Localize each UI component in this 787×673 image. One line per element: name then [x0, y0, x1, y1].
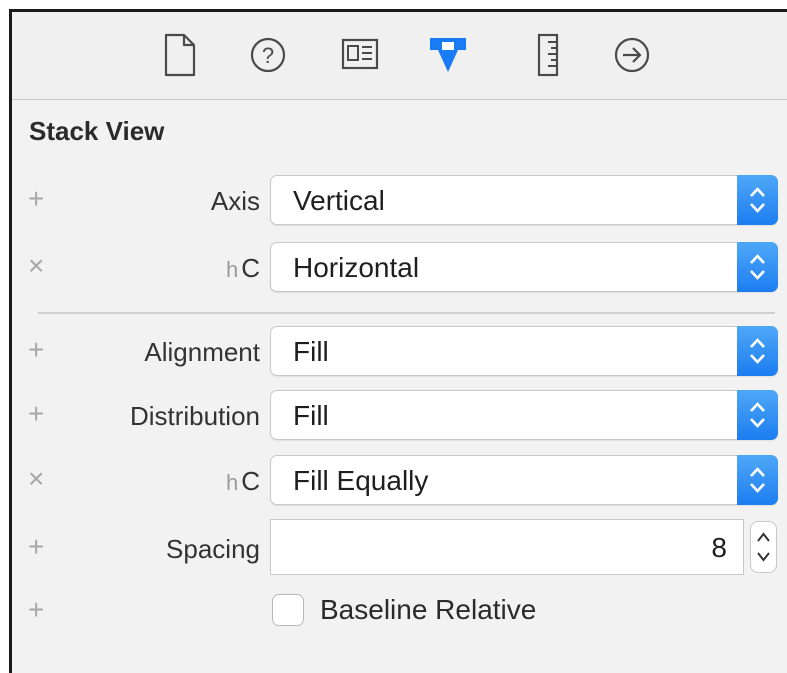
spacing-input[interactable]: 8	[270, 519, 744, 575]
connections-icon[interactable]	[612, 32, 652, 78]
axis-size-class-value: Horizontal	[293, 252, 420, 283]
alignment-row: + Alignment Fill	[12, 326, 787, 378]
file-icon[interactable]	[160, 32, 200, 78]
chevron-up-down-icon	[737, 455, 778, 505]
help-icon[interactable]: ?	[248, 32, 288, 78]
axis-value: Vertical	[293, 185, 385, 216]
distribution-size-class-row: × hC Fill Equally	[12, 455, 787, 507]
size-ruler-icon[interactable]	[528, 32, 568, 78]
remove-variation-button[interactable]: ×	[28, 461, 58, 497]
inspector-toolbar: ?	[12, 12, 787, 100]
alignment-label: Alignment	[144, 337, 260, 367]
svg-text:?: ?	[262, 43, 274, 68]
stepper-arrows-icon	[757, 532, 770, 562]
spacing-value: 8	[711, 532, 727, 563]
add-variation-button[interactable]: +	[28, 181, 58, 217]
alignment-value: Fill	[293, 336, 329, 367]
baseline-relative-checkbox[interactable]	[272, 594, 304, 626]
chevron-up-down-icon	[737, 390, 778, 440]
attributes-inspector-panel: ? Stack View + Axis Vertical × hC Horizo…	[9, 9, 787, 673]
add-variation-button[interactable]: +	[28, 396, 58, 432]
add-variation-button[interactable]: +	[28, 592, 58, 628]
baseline-relative-label[interactable]: Baseline Relative	[320, 592, 536, 628]
chevron-up-down-icon	[737, 175, 778, 225]
spacing-stepper[interactable]	[750, 521, 777, 573]
distribution-size-class-value: Fill Equally	[293, 465, 429, 496]
axis-size-class-row: × hC Horizontal	[12, 242, 787, 294]
add-variation-button[interactable]: +	[28, 332, 58, 368]
remove-variation-button[interactable]: ×	[28, 248, 58, 284]
axis-row: + Axis Vertical	[12, 175, 787, 227]
distribution-value: Fill	[293, 400, 329, 431]
axis-size-class-popup[interactable]: Horizontal	[270, 242, 778, 292]
size-class-label: hC	[225, 466, 260, 496]
section-title: Stack View	[29, 116, 165, 146]
attributes-icon[interactable]	[428, 32, 468, 78]
chevron-up-down-icon	[737, 242, 778, 292]
axis-label: Axis	[210, 186, 260, 216]
identity-icon[interactable]	[340, 32, 380, 78]
baseline-relative-row: + Baseline Relative	[12, 592, 787, 632]
axis-popup[interactable]: Vertical	[270, 175, 778, 225]
add-variation-button[interactable]: +	[28, 529, 58, 565]
distribution-size-class-popup[interactable]: Fill Equally	[270, 455, 778, 505]
alignment-popup[interactable]: Fill	[270, 326, 778, 376]
distribution-row: + Distribution Fill	[12, 390, 787, 442]
divider	[38, 312, 775, 314]
distribution-popup[interactable]: Fill	[270, 390, 778, 440]
spacing-label: Spacing	[166, 534, 260, 564]
spacing-row: + Spacing 8	[12, 519, 787, 577]
chevron-up-down-icon	[737, 326, 778, 376]
distribution-label: Distribution	[129, 401, 260, 431]
size-class-label: hC	[225, 253, 260, 283]
